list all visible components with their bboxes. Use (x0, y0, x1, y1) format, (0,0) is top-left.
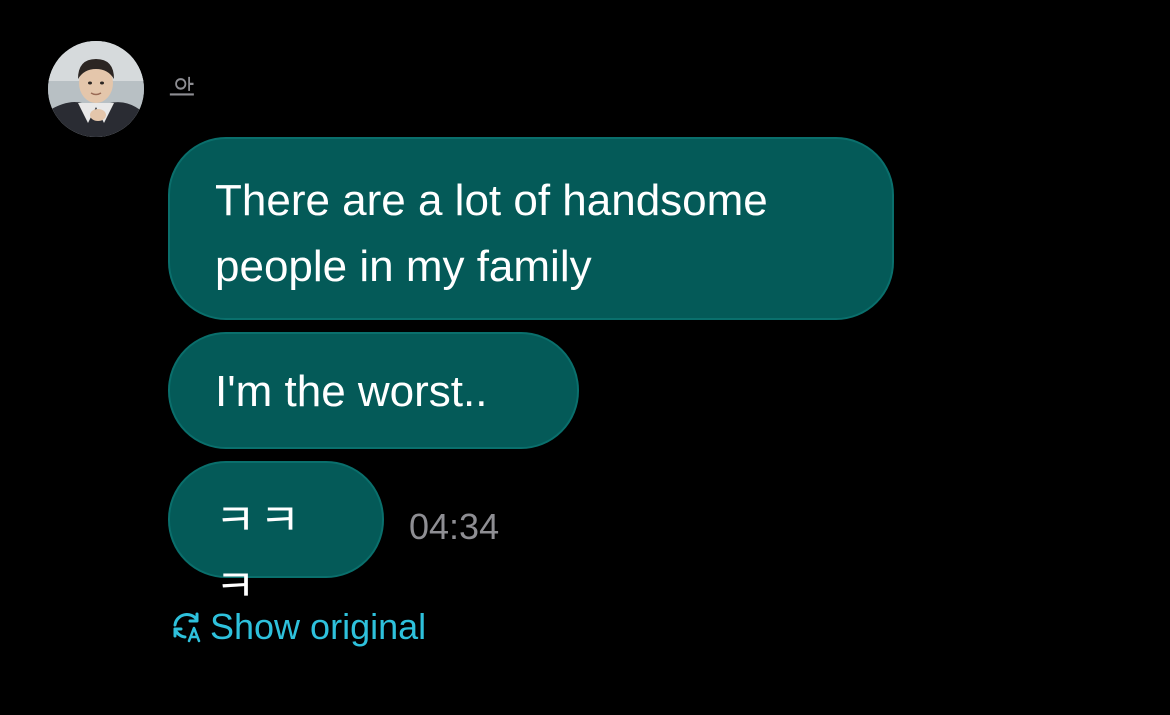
message-bubble[interactable]: I'm the worst.. (168, 332, 579, 449)
message-text: I'm the worst.. (215, 367, 488, 416)
message-bubble[interactable]: ㅋㅋㅋ (168, 461, 384, 612)
avatar-photo (48, 41, 144, 137)
sender-avatar[interactable] (48, 41, 144, 137)
message-bubble[interactable]: There are a lot of handsome people in my… (168, 137, 894, 320)
message-timestamp: 04:34 (409, 506, 500, 547)
sender-name: 히 (164, 75, 195, 99)
show-original-label: Show original (210, 606, 427, 647)
translate-refresh-icon (170, 610, 204, 644)
show-original-button[interactable]: Show original (170, 606, 426, 648)
message-text: ㅋㅋㅋ (215, 495, 304, 612)
message-text: There are a lot of handsome people in my… (215, 176, 768, 291)
